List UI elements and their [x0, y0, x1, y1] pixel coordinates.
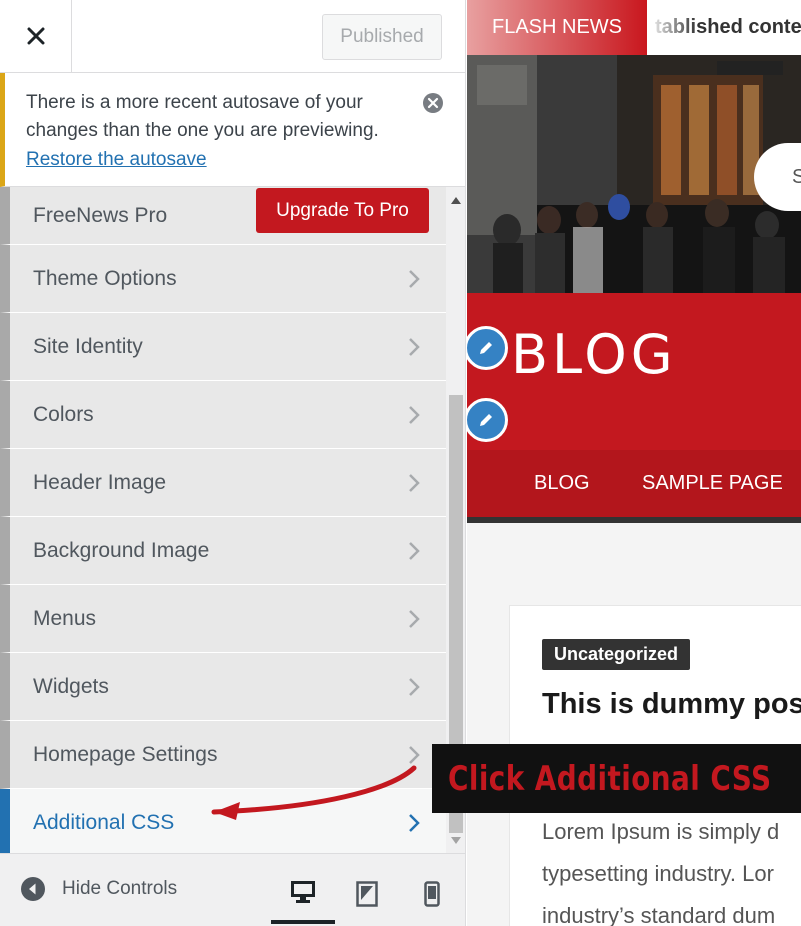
panel-label: Theme Options [33, 266, 177, 290]
panel-label: Widgets [33, 674, 109, 698]
excerpt-line: industry’s standard dum [542, 903, 776, 926]
panel-label: Header Image [33, 470, 167, 494]
panel-label: Homepage Settings [33, 742, 218, 766]
main-navigation: BLOG SAMPLE PAGE [467, 450, 801, 517]
autosave-notice-text: There is a more recent autosave of your … [26, 92, 379, 141]
chevron-right-icon [409, 337, 420, 356]
edit-site-title-shortcut[interactable] [467, 326, 508, 370]
panel-header-image[interactable]: Header Image [0, 449, 446, 517]
publish-button[interactable]: Published [322, 14, 442, 60]
annotation-callout: Click Additional CSS [432, 744, 801, 813]
panel-label: Background Image [33, 538, 210, 562]
panel-label: Additional CSS [33, 810, 175, 834]
flash-news-bar: FLASH NEWS tablished conte [467, 0, 801, 55]
chevron-right-icon [409, 541, 420, 560]
site-header: BLOG BLOG SAMPLE PAGE [467, 293, 801, 523]
panel-label: Site Identity [33, 334, 143, 358]
scroll-down-arrow[interactable] [451, 837, 461, 844]
annotation-arrow [211, 765, 417, 820]
panel-menus[interactable]: Menus [0, 585, 446, 653]
close-customizer-button[interactable] [0, 0, 72, 72]
hide-controls-icon [21, 877, 45, 901]
flash-news-label: FLASH NEWS [467, 0, 647, 55]
nav-divider [467, 517, 801, 523]
post-excerpt: Lorem Ipsum is simply d typesetting indu… [542, 811, 801, 926]
preview-mobile-button[interactable] [400, 864, 464, 924]
excerpt-line: Lorem Ipsum is simply d [542, 819, 780, 844]
nav-item-sample-page[interactable]: SAMPLE PAGE [642, 472, 783, 495]
preview-desktop-button[interactable] [271, 864, 335, 924]
edit-tagline-shortcut[interactable] [467, 398, 508, 442]
street-scene-image [467, 55, 801, 293]
upgrade-to-pro-button[interactable]: Upgrade To Pro [256, 188, 429, 233]
pencil-icon [480, 342, 492, 354]
panel-colors[interactable]: Colors [0, 381, 446, 449]
chevron-right-icon [409, 473, 420, 492]
panel-background-image[interactable]: Background Image [0, 517, 446, 585]
restore-autosave-link[interactable]: Restore the autosave [26, 145, 207, 175]
post-category-badge[interactable]: Uncategorized [542, 639, 691, 670]
customizer-footer: Hide Controls [0, 853, 465, 926]
annotation-text: Click Additional CSS [448, 758, 772, 799]
autosave-notice: There is a more recent autosave of your … [0, 73, 465, 187]
hide-controls-label: Hide Controls [62, 878, 178, 899]
nav-item-blog[interactable]: BLOG [534, 472, 590, 495]
desktop-icon [291, 881, 315, 903]
freenews-pro-label: FreeNews Pro [33, 203, 168, 227]
panel-label: Menus [33, 606, 97, 630]
customizer-panel-list: FreeNews Pro Upgrade To Pro Theme Option… [0, 187, 446, 857]
chevron-right-icon [409, 269, 420, 288]
header-image: S [467, 55, 801, 293]
customizer-header: Published [0, 0, 465, 73]
pencil-icon [480, 414, 492, 426]
hide-controls-button[interactable]: Hide Controls [20, 876, 177, 902]
ticker-fade [647, 0, 697, 55]
chevron-right-icon [409, 609, 420, 628]
chevron-right-icon [409, 405, 420, 424]
panel-theme-options[interactable]: Theme Options [0, 245, 446, 313]
chevron-right-icon [409, 677, 420, 696]
mobile-icon [424, 881, 440, 907]
post-title[interactable]: This is dummy pos [542, 688, 801, 721]
freenews-pro-section: FreeNews Pro Upgrade To Pro [0, 187, 446, 245]
scroll-up-arrow[interactable] [451, 197, 461, 204]
close-icon [27, 27, 44, 45]
dismiss-icon[interactable] [422, 92, 444, 114]
site-title[interactable]: BLOG [511, 323, 677, 386]
excerpt-line: typesetting industry. Lor [542, 861, 774, 886]
panel-label: Colors [33, 402, 94, 426]
panel-site-identity[interactable]: Site Identity [0, 313, 446, 381]
panel-widgets[interactable]: Widgets [0, 653, 446, 721]
preview-tablet-button[interactable] [335, 864, 399, 924]
tablet-icon [356, 881, 378, 907]
